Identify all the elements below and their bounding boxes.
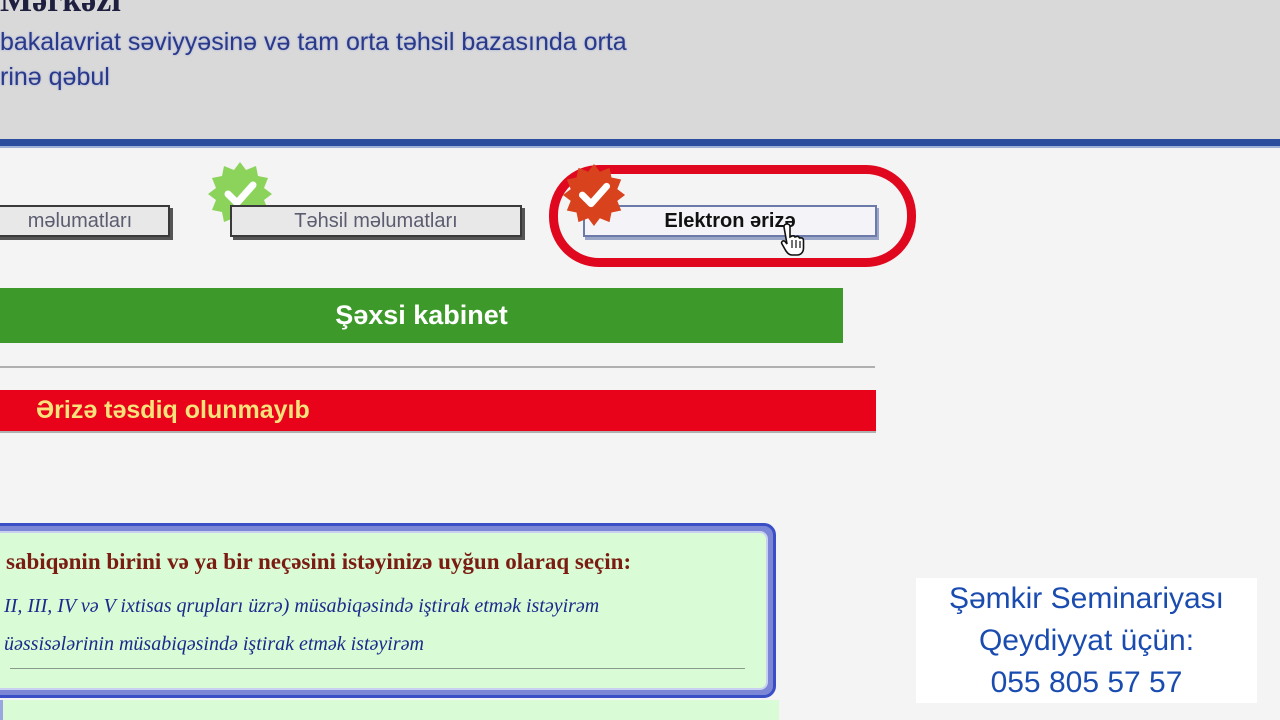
site-header: Mərkəzi bakalavriat səviyyəsinə və tam o… <box>0 0 1280 140</box>
site-title: Mərkəzi <box>0 0 121 19</box>
pointer-hand-icon <box>780 223 805 256</box>
panel-divider <box>10 668 745 669</box>
step-electronic-application-label: Elektron ərizə <box>664 209 796 232</box>
step-electronic-application-button[interactable]: Elektron ərizə <box>583 205 877 237</box>
step-education-info-label: Təhsil məlumatları <box>294 209 458 232</box>
step-personal-info-button[interactable]: məlumatları <box>0 205 170 237</box>
personal-cabinet-banner[interactable]: Şəxsi kabinet <box>0 288 843 343</box>
header-divider <box>0 139 1280 146</box>
contact-overlay: Şəmkir Seminariyası Qeydiyyat üçün: 055 … <box>916 578 1257 703</box>
overlay-seminary-name: Şəmkir Seminariyası <box>948 581 1225 615</box>
competition-selection-title: sabiqənin birini və ya bir neçəsini istə… <box>6 549 632 574</box>
competition-selection-panel: sabiqənin birini və ya bir neçəsini istə… <box>0 523 776 698</box>
competition-option-institutions[interactable]: üəssisələrinin müsabiqəsində iştirak etm… <box>4 633 424 656</box>
header-divider-shadow <box>0 146 1280 148</box>
step-personal-info-label: məlumatları <box>27 209 133 232</box>
site-subtitle-line2: rinə qəbul <box>0 63 110 91</box>
overlay-phone-number: 055 805 57 57 <box>990 665 1183 699</box>
site-subtitle-line1: bakalavriat səviyyəsinə və tam orta təhs… <box>0 28 627 56</box>
application-status-text: Ərizə təsdiq olunmayıb <box>36 396 310 424</box>
section-divider <box>0 366 875 368</box>
competition-option-specialty-groups[interactable]: II, III, IV və V ixtisas qrupları üzrə) … <box>4 595 599 618</box>
next-panel-edge <box>0 700 779 720</box>
competition-selection-body: sabiqənin birini və ya bir neçəsini istə… <box>0 531 768 690</box>
check-seal-icon <box>562 163 626 227</box>
overlay-registration-label: Qeydiyyat üçün: <box>978 623 1195 657</box>
step-education-info-button[interactable]: Təhsil məlumatları <box>230 205 522 237</box>
application-status-banner: Ərizə təsdiq olunmayıb <box>0 390 876 431</box>
personal-cabinet-label: Şəxsi kabinet <box>335 300 508 330</box>
